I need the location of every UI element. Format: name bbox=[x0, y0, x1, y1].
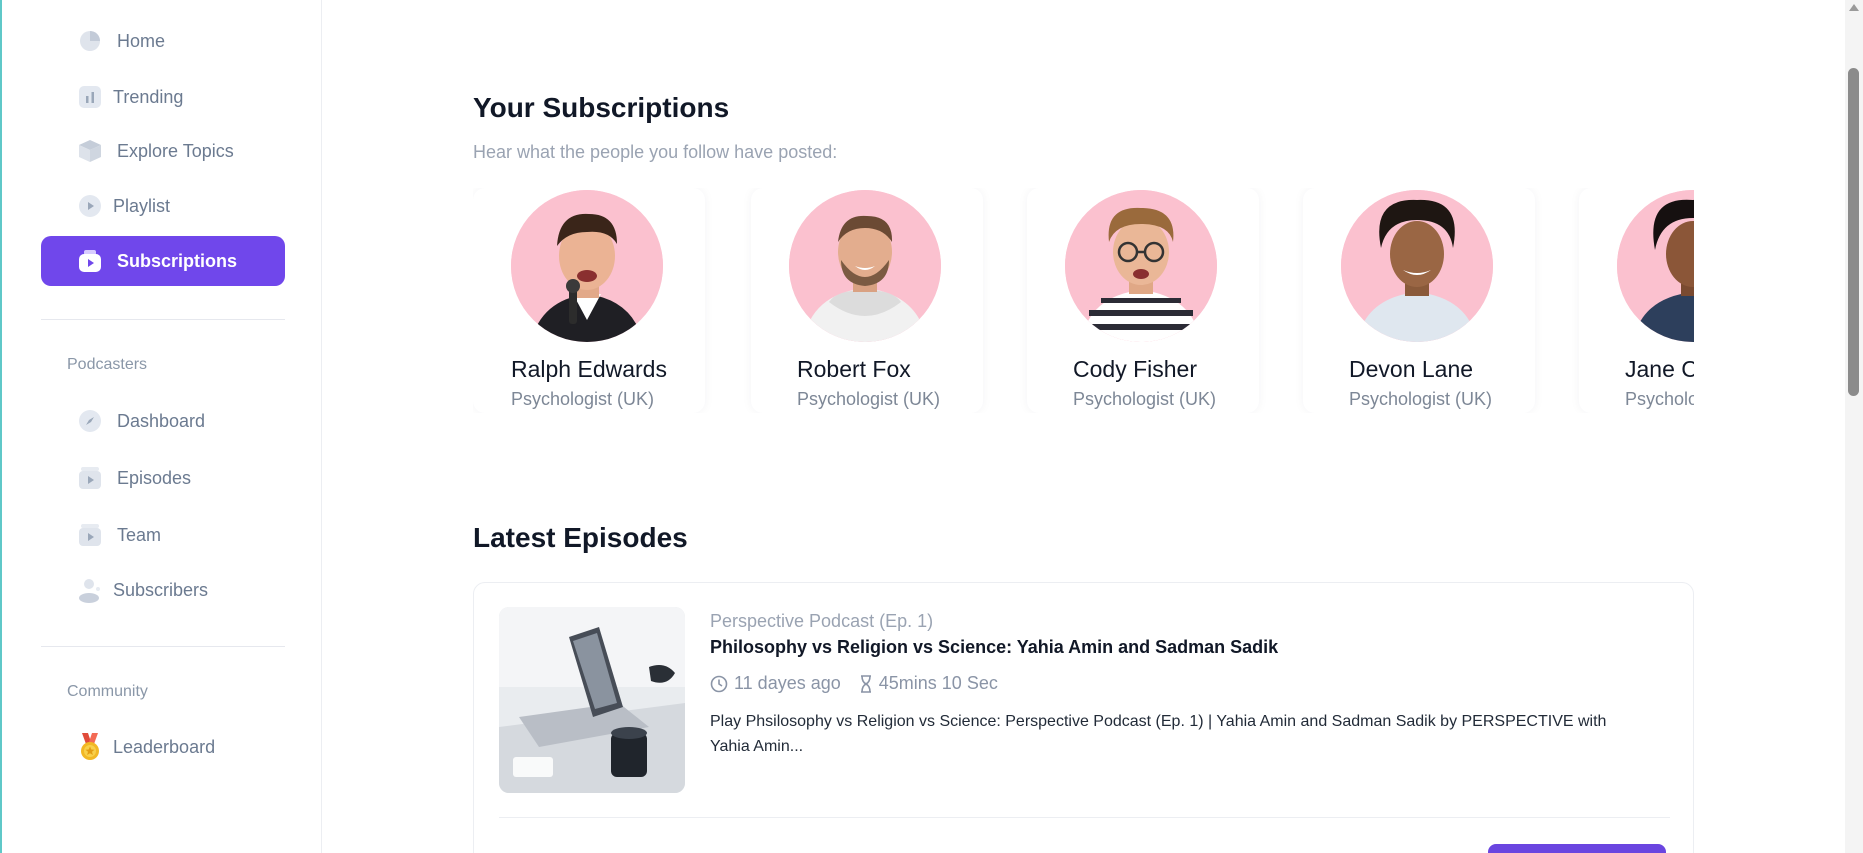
subscription-card[interactable]: Ralph Edwards Psychologist (UK) bbox=[473, 188, 705, 413]
sidebar-item-episodes[interactable]: Episodes bbox=[41, 453, 285, 503]
sidebar-item-team[interactable]: Team bbox=[41, 510, 285, 560]
sidebar-item-label: Team bbox=[117, 524, 162, 545]
scroll-up-arrow-icon[interactable] bbox=[1849, 4, 1859, 11]
subscriptions-carousel[interactable]: Ralph Edwards Psychologist (UK) Robert F… bbox=[473, 188, 1694, 413]
sidebar-item-label: Trending bbox=[113, 86, 184, 107]
subscription-name: Robert Fox bbox=[797, 356, 911, 382]
episode-divider bbox=[499, 817, 1670, 818]
subscription-role: Psychologist (UK) bbox=[1625, 389, 1694, 409]
subscription-role: Psychologist (UK) bbox=[511, 389, 655, 409]
sidebar-item-leaderboard[interactable]: Leaderboard bbox=[41, 722, 285, 772]
subscription-role: Psychologist (UK) bbox=[1073, 389, 1217, 409]
episode-series: Perspective Podcast (Ep. 1) bbox=[710, 611, 934, 631]
episode-meta: 11 dayes ago 45mins 10 Sec bbox=[710, 673, 1016, 694]
episode-action-button[interactable] bbox=[1488, 844, 1666, 853]
avatar bbox=[789, 190, 941, 342]
section-title-podcasters: Podcasters bbox=[67, 356, 148, 373]
team-icon bbox=[77, 522, 103, 548]
subscription-name: Ralph Edwards bbox=[511, 356, 667, 382]
vertical-scrollbar[interactable] bbox=[1845, 0, 1863, 853]
sidebar-item-explore-topics[interactable]: Explore Topics bbox=[41, 126, 285, 176]
episode-card[interactable]: Perspective Podcast (Ep. 1) Philosophy v… bbox=[473, 582, 1694, 853]
sidebar-item-label: Explore Topics bbox=[117, 140, 234, 161]
hourglass-icon bbox=[860, 674, 871, 693]
subscription-name: Jane Cooper bbox=[1625, 356, 1694, 382]
cube-icon bbox=[77, 138, 103, 164]
compass-icon bbox=[77, 408, 103, 434]
scrollbar-thumb[interactable] bbox=[1848, 68, 1859, 396]
pie-chart-icon bbox=[77, 28, 103, 54]
sidebar-item-playlist[interactable]: Playlist bbox=[41, 181, 285, 231]
main-content: Your Subscriptions Hear what the people … bbox=[322, 0, 1845, 853]
sidebar-item-dashboard[interactable]: Dashboard bbox=[41, 396, 285, 446]
play-circle-icon bbox=[77, 193, 103, 219]
avatar bbox=[1065, 190, 1217, 342]
sidebar-item-subscribers[interactable]: Subscribers bbox=[41, 565, 285, 615]
sidebar-item-home[interactable]: Home bbox=[41, 16, 285, 66]
user-icon bbox=[77, 577, 103, 603]
subscription-name: Cody Fisher bbox=[1073, 356, 1197, 382]
app-window: Home Trending Explore Topics Playlist Su bbox=[0, 0, 1863, 853]
subscription-name: Devon Lane bbox=[1349, 356, 1474, 382]
episode-posted: 11 dayes ago bbox=[710, 673, 841, 694]
subscriptions-icon bbox=[77, 248, 103, 274]
sidebar-divider bbox=[41, 646, 285, 647]
sidebar-item-label: Playlist bbox=[113, 195, 171, 216]
episode-description: Play Phsilosophy vs Religion vs Science:… bbox=[710, 713, 1607, 755]
avatar bbox=[511, 190, 663, 342]
sidebar-item-label: Leaderboard bbox=[113, 736, 216, 757]
episode-duration: 45mins 10 Sec bbox=[859, 673, 998, 694]
subscription-role: Psychologist (UK) bbox=[797, 389, 941, 409]
sidebar-item-label: Subscribers bbox=[113, 579, 209, 600]
sidebar-item-label: Home bbox=[117, 30, 166, 51]
sidebar: Home Trending Explore Topics Playlist Su bbox=[2, 0, 322, 853]
section-title-community: Community bbox=[67, 683, 148, 700]
subscriptions-subtitle: Hear what the people you follow have pos… bbox=[473, 142, 838, 162]
clock-icon bbox=[710, 675, 728, 692]
episode-thumbnail[interactable] bbox=[499, 607, 685, 793]
avatar bbox=[1617, 190, 1694, 342]
subscription-card[interactable]: Robert Fox Psychologist (UK) bbox=[751, 188, 983, 413]
episodes-icon bbox=[77, 465, 103, 491]
latest-episodes-title: Latest Episodes bbox=[473, 522, 688, 553]
subscription-card[interactable]: Devon Lane Psychologist (UK) bbox=[1303, 188, 1535, 413]
subscription-role: Psychologist (UK) bbox=[1349, 389, 1493, 409]
episode-duration-text: 45mins 10 Sec bbox=[878, 673, 998, 693]
subscriptions-title: Your Subscriptions bbox=[473, 92, 730, 123]
sidebar-item-label: Subscriptions bbox=[117, 250, 238, 271]
avatar bbox=[1341, 190, 1493, 342]
sidebar-divider bbox=[41, 319, 285, 320]
sidebar-item-label: Episodes bbox=[117, 467, 192, 488]
episode-title[interactable]: Philosophy vs Religion vs Science: Yahia… bbox=[710, 637, 1278, 658]
sidebar-item-subscriptions[interactable]: Subscriptions bbox=[41, 236, 285, 286]
sidebar-item-label: Dashboard bbox=[117, 410, 206, 431]
bar-chart-icon bbox=[77, 84, 103, 110]
medal-icon bbox=[77, 733, 103, 760]
subscription-card[interactable]: Cody Fisher Psychologist (UK) bbox=[1027, 188, 1259, 413]
sidebar-item-trending[interactable]: Trending bbox=[41, 72, 285, 122]
episode-posted-text: 11 dayes ago bbox=[734, 673, 841, 693]
subscription-card[interactable]: Jane Cooper Psychologist (UK) bbox=[1579, 188, 1694, 413]
